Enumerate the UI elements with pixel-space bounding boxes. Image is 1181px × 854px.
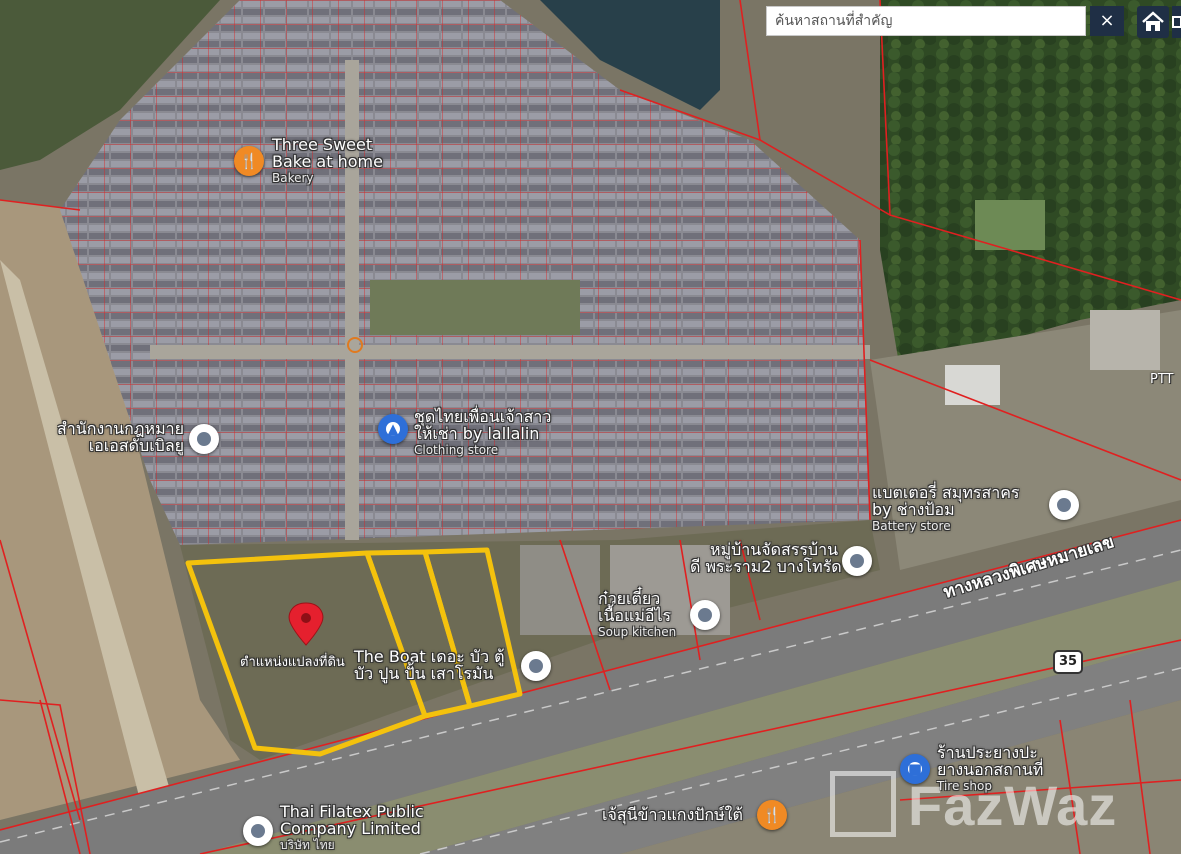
congee-marker[interactable]: 🍴 — [757, 800, 787, 830]
clothing-category: Clothing store — [414, 443, 499, 457]
bakery-category: Bakery — [272, 171, 314, 185]
clothing-store-marker[interactable]: ▲ — [378, 414, 408, 444]
village-marker[interactable] — [842, 546, 872, 576]
layers-button[interactable] — [1172, 6, 1181, 38]
bakery-marker[interactable]: 🍴 — [234, 146, 264, 176]
filatex-marker[interactable] — [243, 816, 273, 846]
the-boat-label: The Boat เดอะ บัว ตู้ บัว ปูน ปั้น เสาโร… — [354, 648, 505, 682]
the-boat-marker[interactable] — [521, 651, 551, 681]
selected-plot-label: ตำแหน่งแปลงที่ดิน — [240, 654, 345, 671]
tire-shop-marker[interactable]: ■ — [900, 754, 930, 784]
highway-shield: 35 — [1053, 650, 1083, 674]
bakery-name-line2: Bake at home — [272, 152, 383, 171]
congee-label: เจ้สุนีข้าวแกงปักษ์ใต้ — [602, 806, 743, 823]
law-office-label: สำนักงานกฎหมาย เอเอสดับเบิลยู — [34, 420, 184, 454]
home-icon — [1142, 11, 1164, 31]
boat-name-line2: บัว ปูน ปั้น เสาโรมัน — [354, 664, 494, 683]
watermark-logo-icon — [830, 771, 896, 837]
bakery-label: Three Sweet Bake at home Bakery — [272, 136, 383, 187]
filatex-label: Thai Filatex Public Company Limited บริษ… — [280, 803, 424, 854]
village-name-line2: ดี พระราม2 บางโทรัด — [690, 557, 842, 576]
clothing-store-label: ชุดไทยเพื่อนเจ้าสาว ให้เช่า by lallalin … — [414, 408, 551, 459]
clothing-name-line2: ให้เช่า by lallalin — [414, 424, 540, 443]
soup-category: Soup kitchen — [598, 625, 677, 639]
battery-category: Battery store — [872, 519, 951, 533]
law-office-name-line2: เอเอสดับเบิลยู — [88, 436, 184, 455]
soup-kitchen-label: ก๋วยเตี๋ยว เนื้อแม่อีไร Soup kitchen — [598, 590, 676, 641]
ptt-label: PTT — [1150, 372, 1174, 387]
shopping-bag-icon: ▲ — [387, 420, 399, 438]
filatex-category: บริษัท ไทย — [280, 838, 335, 852]
fork-knife-icon: 🍴 — [762, 806, 782, 824]
search-input[interactable] — [766, 6, 1086, 36]
internal-road — [150, 345, 870, 359]
close-icon: × — [1099, 10, 1115, 31]
watermark-text: FazWaz — [908, 774, 1118, 837]
internal-road — [345, 60, 359, 540]
soup-name-line2: เนื้อแม่อีไร — [598, 606, 672, 625]
fork-knife-icon: 🍴 — [239, 152, 259, 170]
home-button[interactable] — [1137, 6, 1169, 38]
battery-name-line2: by ช่างป้อม — [872, 500, 955, 519]
layers-icon — [1172, 16, 1181, 28]
filatex-name-line2: Company Limited — [280, 819, 421, 838]
park — [370, 280, 580, 335]
village-label: หมู่บ้านจัดสรรบ้าน ดี พระราม2 บางโทรัด — [690, 541, 842, 575]
congee-name: เจ้สุนีข้าวแกงปักษ์ใต้ — [602, 805, 743, 824]
car-icon: ■ — [907, 760, 923, 778]
law-office-marker[interactable] — [189, 424, 219, 454]
selected-plot-text: ตำแหน่งแปลงที่ดิน — [240, 655, 345, 670]
battery-store-marker[interactable] — [1049, 490, 1079, 520]
battery-store-label: แบตเตอรี่ สมุทรสาคร by ช่างป้อม Battery … — [872, 484, 1020, 535]
factory-roof — [1090, 310, 1160, 370]
watermark: FazWaz — [830, 765, 1180, 845]
clear-search-button[interactable]: × — [1090, 6, 1124, 36]
soup-kitchen-marker[interactable] — [690, 600, 720, 630]
